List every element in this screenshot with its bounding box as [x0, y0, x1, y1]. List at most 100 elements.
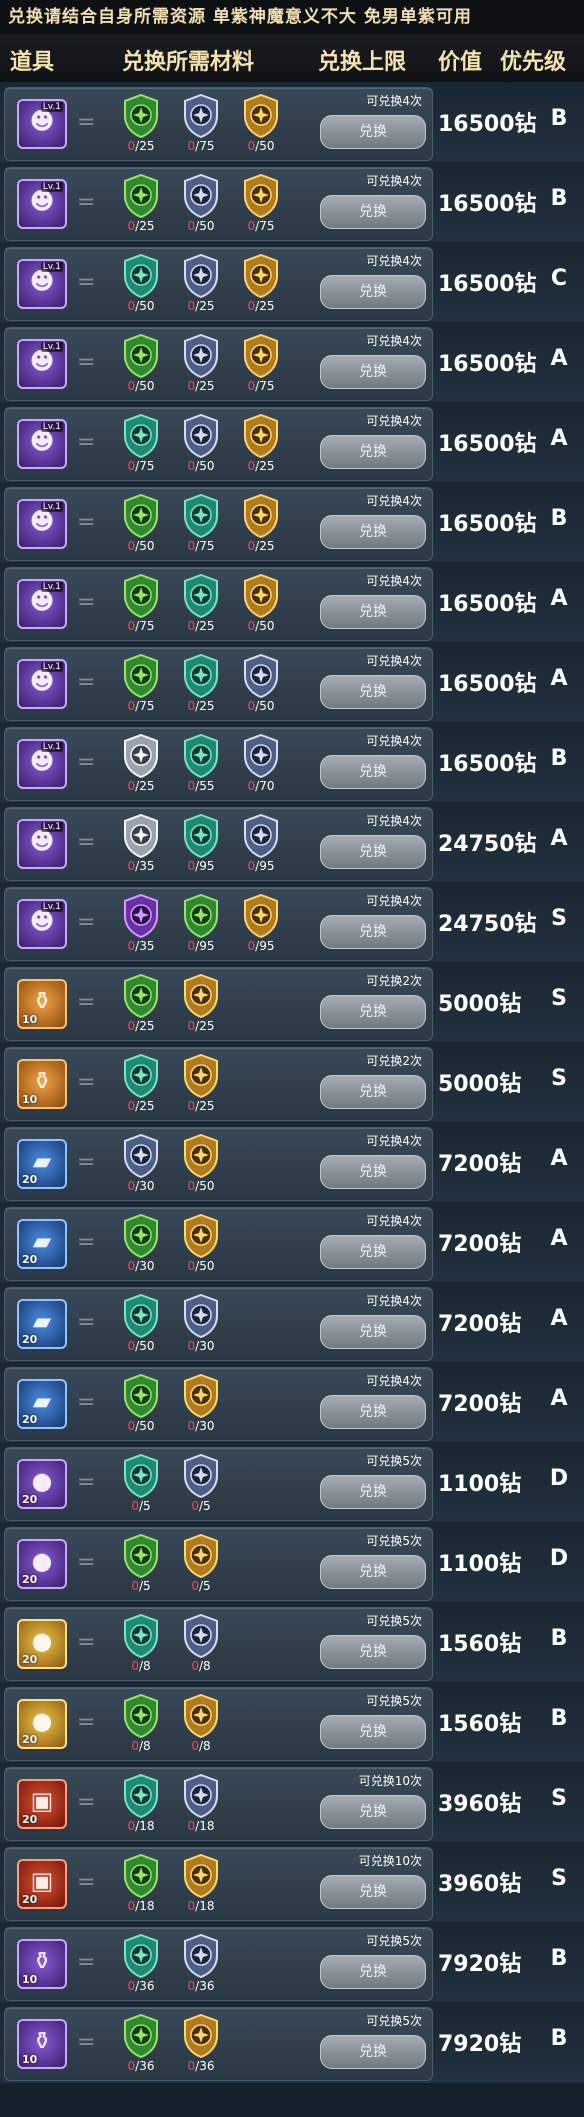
reward-item-icon[interactable]: ☻ Lv.1: [17, 339, 67, 389]
material-slot[interactable]: 0/36: [113, 2014, 169, 2078]
material-slot[interactable]: 0/70: [233, 734, 289, 798]
exchange-button[interactable]: 兑换: [320, 675, 426, 709]
material-slot[interactable]: 0/30: [113, 1214, 169, 1278]
reward-item-icon[interactable]: ⚱ 10: [17, 1059, 67, 1109]
material-slot[interactable]: 0/50: [173, 414, 229, 478]
material-slot[interactable]: 0/8: [173, 1614, 229, 1678]
material-slot[interactable]: 0/25: [173, 334, 229, 398]
reward-item-icon[interactable]: ● 20: [17, 1699, 67, 1749]
exchange-button[interactable]: 兑换: [320, 1475, 426, 1509]
reward-item-icon[interactable]: ▰ 20: [17, 1219, 67, 1269]
exchange-button[interactable]: 兑换: [320, 1875, 426, 1909]
material-slot[interactable]: 0/50: [173, 1214, 229, 1278]
material-slot[interactable]: 0/5: [173, 1454, 229, 1518]
exchange-button[interactable]: 兑换: [320, 1715, 426, 1749]
reward-item-icon[interactable]: ● 20: [17, 1459, 67, 1509]
material-slot[interactable]: 0/8: [113, 1614, 169, 1678]
exchange-button[interactable]: 兑换: [320, 1795, 426, 1829]
material-slot[interactable]: 0/30: [173, 1374, 229, 1438]
exchange-button[interactable]: 兑换: [320, 1635, 426, 1669]
reward-item-icon[interactable]: ☻ Lv.1: [17, 179, 67, 229]
reward-item-icon[interactable]: ▰ 20: [17, 1379, 67, 1429]
reward-item-icon[interactable]: ☻ Lv.1: [17, 499, 67, 549]
exchange-button[interactable]: 兑换: [320, 995, 426, 1029]
exchange-button[interactable]: 兑换: [320, 1075, 426, 1109]
material-slot[interactable]: 0/25: [113, 94, 169, 158]
exchange-button[interactable]: 兑换: [320, 275, 426, 309]
material-slot[interactable]: 0/95: [173, 814, 229, 878]
material-slot[interactable]: 0/30: [173, 1294, 229, 1358]
exchange-button[interactable]: 兑换: [320, 1955, 426, 1989]
reward-item-icon[interactable]: ☻ Lv.1: [17, 259, 67, 309]
reward-item-icon[interactable]: ☻ Lv.1: [17, 419, 67, 469]
material-slot[interactable]: 0/50: [233, 574, 289, 638]
material-slot[interactable]: 0/50: [113, 1374, 169, 1438]
material-slot[interactable]: 0/50: [173, 174, 229, 238]
exchange-button[interactable]: 兑换: [320, 595, 426, 629]
reward-item-icon[interactable]: ☻ Lv.1: [17, 659, 67, 709]
material-slot[interactable]: 0/8: [113, 1694, 169, 1758]
material-slot[interactable]: 0/50: [173, 1134, 229, 1198]
exchange-button[interactable]: 兑换: [320, 2035, 426, 2069]
material-slot[interactable]: 0/25: [173, 974, 229, 1038]
exchange-button[interactable]: 兑换: [320, 755, 426, 789]
exchange-button[interactable]: 兑换: [320, 355, 426, 389]
reward-item-icon[interactable]: ☻ Lv.1: [17, 819, 67, 869]
material-slot[interactable]: 0/25: [113, 974, 169, 1038]
material-slot[interactable]: 0/5: [173, 1534, 229, 1598]
exchange-button[interactable]: 兑换: [320, 1315, 426, 1349]
material-slot[interactable]: 0/25: [233, 494, 289, 558]
material-slot[interactable]: 0/75: [113, 654, 169, 718]
material-slot[interactable]: 0/35: [113, 894, 169, 958]
material-slot[interactable]: 0/18: [113, 1854, 169, 1918]
material-slot[interactable]: 0/50: [113, 494, 169, 558]
material-slot[interactable]: 0/55: [173, 734, 229, 798]
material-slot[interactable]: 0/25: [113, 1054, 169, 1118]
material-slot[interactable]: 0/50: [113, 1294, 169, 1358]
material-slot[interactable]: 0/25: [173, 654, 229, 718]
material-slot[interactable]: 0/30: [113, 1134, 169, 1198]
reward-item-icon[interactable]: ⚱ 10: [17, 1939, 67, 1989]
material-slot[interactable]: 0/5: [113, 1454, 169, 1518]
material-slot[interactable]: 0/36: [173, 1934, 229, 1998]
reward-item-icon[interactable]: ⚱ 10: [17, 2019, 67, 2069]
material-slot[interactable]: 0/95: [173, 894, 229, 958]
reward-item-icon[interactable]: ● 20: [17, 1619, 67, 1669]
exchange-button[interactable]: 兑换: [320, 1395, 426, 1429]
material-slot[interactable]: 0/25: [173, 1054, 229, 1118]
material-slot[interactable]: 0/35: [113, 814, 169, 878]
material-slot[interactable]: 0/5: [113, 1534, 169, 1598]
material-slot[interactable]: 0/25: [113, 174, 169, 238]
material-slot[interactable]: 0/75: [173, 494, 229, 558]
reward-item-icon[interactable]: ☻ Lv.1: [17, 739, 67, 789]
material-slot[interactable]: 0/75: [113, 414, 169, 478]
material-slot[interactable]: 0/36: [113, 1934, 169, 1998]
material-slot[interactable]: 0/50: [233, 654, 289, 718]
reward-item-icon[interactable]: ▰ 20: [17, 1139, 67, 1189]
material-slot[interactable]: 0/25: [233, 414, 289, 478]
material-slot[interactable]: 0/75: [233, 334, 289, 398]
material-slot[interactable]: 0/50: [113, 334, 169, 398]
exchange-button[interactable]: 兑换: [320, 835, 426, 869]
reward-item-icon[interactable]: ● 20: [17, 1539, 67, 1589]
exchange-button[interactable]: 兑换: [320, 435, 426, 469]
material-slot[interactable]: 0/50: [233, 94, 289, 158]
reward-item-icon[interactable]: ▣ 20: [17, 1779, 67, 1829]
material-slot[interactable]: 0/95: [233, 814, 289, 878]
material-slot[interactable]: 0/25: [113, 734, 169, 798]
reward-item-icon[interactable]: ☻ Lv.1: [17, 899, 67, 949]
material-slot[interactable]: 0/50: [113, 254, 169, 318]
exchange-button[interactable]: 兑换: [320, 915, 426, 949]
exchange-button[interactable]: 兑换: [320, 1235, 426, 1269]
exchange-button[interactable]: 兑换: [320, 115, 426, 149]
material-slot[interactable]: 0/75: [233, 174, 289, 238]
reward-item-icon[interactable]: ▰ 20: [17, 1299, 67, 1349]
material-slot[interactable]: 0/25: [233, 254, 289, 318]
material-slot[interactable]: 0/95: [233, 894, 289, 958]
material-slot[interactable]: 0/18: [113, 1774, 169, 1838]
material-slot[interactable]: 0/18: [173, 1854, 229, 1918]
reward-item-icon[interactable]: ☻ Lv.1: [17, 579, 67, 629]
exchange-button[interactable]: 兑换: [320, 195, 426, 229]
material-slot[interactable]: 0/36: [173, 2014, 229, 2078]
reward-item-icon[interactable]: ▣ 20: [17, 1859, 67, 1909]
